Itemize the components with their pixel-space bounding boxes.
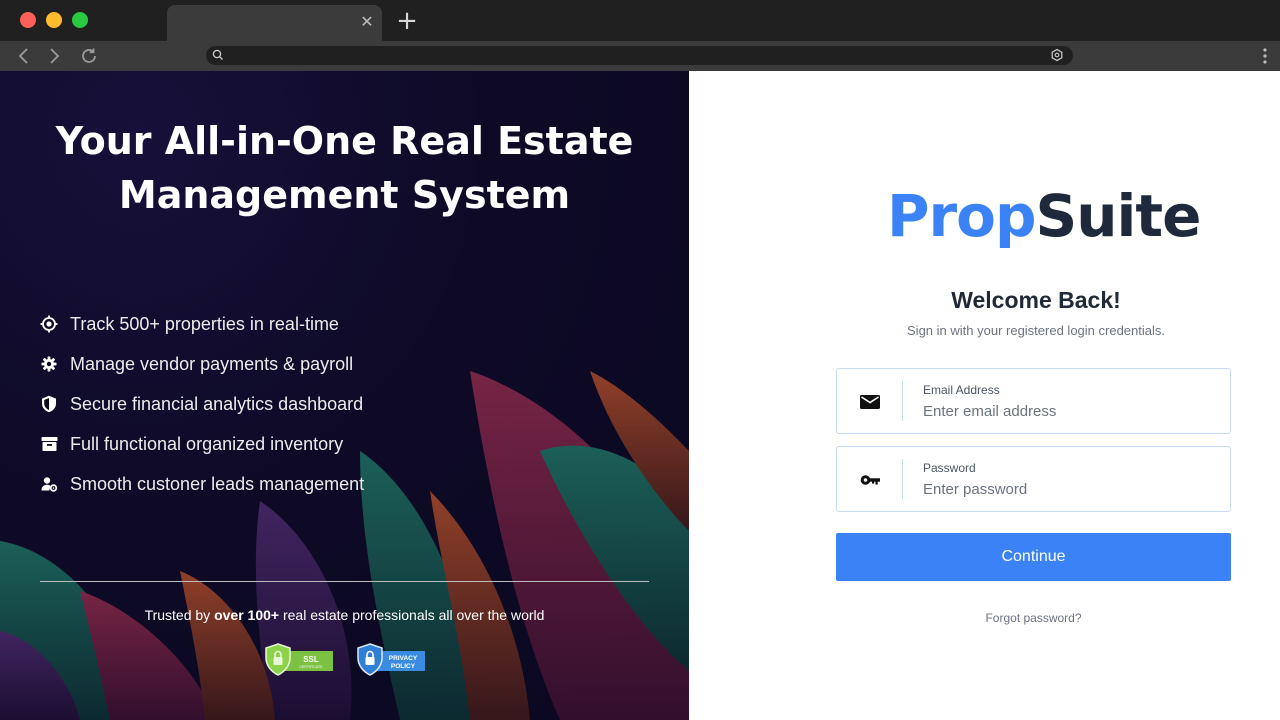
logo-wordmark: PropSuite (887, 176, 1202, 256)
close-window-button[interactable] (20, 12, 36, 28)
feature-label: Smooth custoner leads management (70, 473, 365, 494)
minimize-window-button[interactable] (46, 12, 62, 28)
password-label: Password (923, 461, 976, 475)
email-input[interactable] (923, 401, 1213, 421)
trusted-suffix: real estate professionals all over the w… (282, 607, 545, 623)
maximize-window-button[interactable] (72, 12, 88, 28)
envelope-icon (860, 395, 880, 409)
feature-item: Smooth custoner leads management (40, 464, 364, 504)
continue-button[interactable]: Continue (836, 533, 1231, 581)
search-icon (212, 49, 223, 60)
trusted-prefix: Trusted by (144, 607, 211, 623)
tab-close-icon[interactable]: ✕ (358, 13, 376, 31)
feature-item: Track 500+ properties in real-time (40, 304, 364, 344)
feature-label: Track 500+ properties in real-time (70, 313, 339, 334)
email-field[interactable]: Email Address (836, 368, 1231, 434)
ssl-badge-label: SSL (303, 655, 319, 664)
back-arrow-icon[interactable] (13, 45, 35, 67)
extension-icon[interactable] (1050, 48, 1064, 62)
feature-item: Manage vendor payments & payroll (40, 344, 364, 384)
browser-toolbar (0, 41, 1280, 71)
field-separator (902, 381, 903, 421)
trusted-by-text: Trusted by over 100+ real estate profess… (0, 607, 689, 623)
browser-chrome: ✕ + (0, 0, 1280, 71)
logo-part-suite: Suite (1035, 182, 1201, 250)
privacy-badge-line-1: PRIVACY (389, 655, 418, 662)
reload-icon[interactable] (78, 45, 100, 67)
new-tab-button[interactable]: + (395, 8, 419, 34)
login-panel: PropSuite Welcome Back! Sign in with you… (689, 71, 1280, 720)
key-icon (860, 475, 880, 485)
password-field[interactable]: Password (836, 446, 1231, 512)
feature-item: Secure financial analytics dashboard (40, 384, 364, 424)
feature-item: Full functional organized inventory (40, 424, 364, 464)
trusted-count: over 100+ (214, 607, 280, 623)
gear-icon (40, 355, 58, 373)
hero-divider (40, 581, 649, 582)
privacy-badge-line-2: POLICY (391, 663, 416, 670)
hero-title-line-1: Your All-in-One Real Estate (55, 119, 634, 163)
hero-panel: Your All-in-One Real Estate Management S… (0, 71, 689, 720)
privacy-policy-badge: PRIVACY POLICY (357, 643, 425, 676)
feature-label: Full functional organized inventory (70, 433, 344, 454)
feature-label: Secure financial analytics dashboard (70, 393, 364, 414)
propsuite-logo: PropSuite (689, 176, 1280, 256)
logo-part-prop: Prop (887, 182, 1036, 250)
user-settings-icon (40, 475, 58, 493)
feature-label: Manage vendor payments & payroll (70, 353, 354, 374)
feature-list: Track 500+ properties in real-time Manag… (40, 304, 364, 504)
browser-tab[interactable]: ✕ (167, 5, 382, 41)
ssl-certificate-badge: SSL CERTIFICATE (265, 643, 333, 676)
shield-icon (40, 395, 58, 413)
forgot-password-link[interactable]: Forgot password? (836, 611, 1231, 625)
hero-title-line-2: Management System (118, 173, 571, 217)
target-icon (40, 315, 58, 333)
forward-arrow-icon[interactable] (43, 45, 65, 67)
welcome-subtitle: Sign in with your registered login crede… (907, 323, 1165, 338)
trust-badges: SSL CERTIFICATE PRIVACY POLICY (263, 643, 433, 677)
menu-dots-icon[interactable] (1262, 47, 1268, 65)
welcome-title: Welcome Back! (951, 287, 1121, 313)
ssl-badge-sublabel: CERTIFICATE (299, 665, 323, 669)
email-label: Email Address (923, 383, 1000, 397)
hero-title: Your All-in-One Real Estate Management S… (0, 114, 689, 222)
archive-icon (40, 435, 58, 453)
tab-bar: ✕ + (0, 0, 1280, 41)
address-bar[interactable] (206, 46, 1073, 65)
field-separator (902, 459, 903, 499)
password-input[interactable] (923, 479, 1213, 499)
